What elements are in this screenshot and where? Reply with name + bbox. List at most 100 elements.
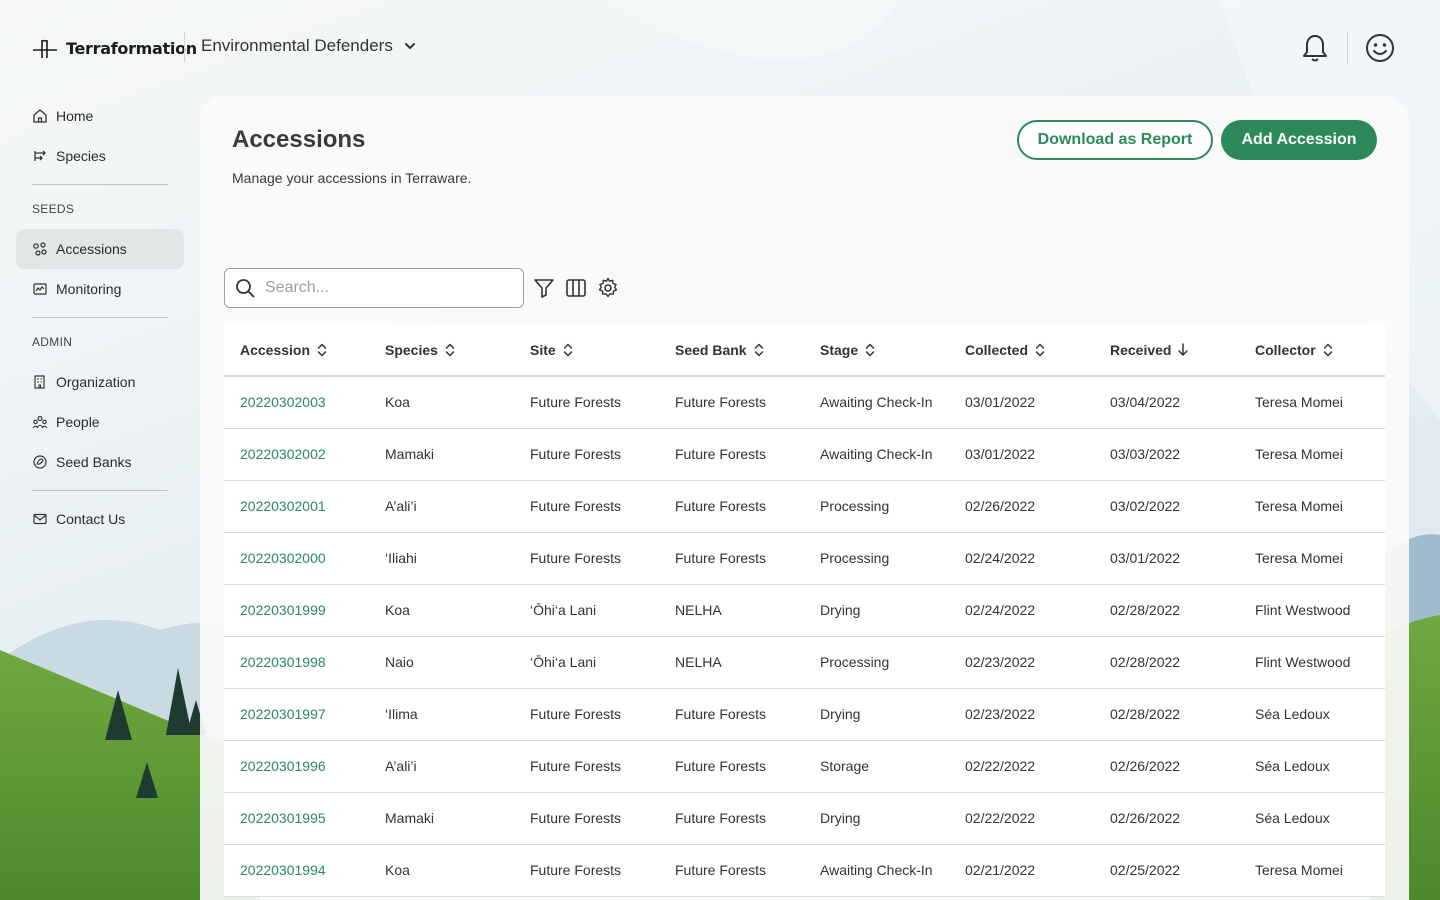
column-header[interactable]: Stage <box>804 324 949 377</box>
accession-link[interactable]: 20220301995 <box>224 792 369 845</box>
divider <box>184 32 185 62</box>
sidebar-item-people[interactable]: People <box>16 402 184 442</box>
accession-link[interactable]: 20220301998 <box>224 636 369 689</box>
table-cell: Koa <box>369 584 514 637</box>
columns-icon[interactable] <box>565 277 587 299</box>
accession-link[interactable]: 20220302003 <box>224 376 369 429</box>
mail-icon <box>33 513 47 525</box>
download-report-button[interactable]: Download as Report <box>1017 120 1213 160</box>
sidebar-item-organization[interactable]: Organization <box>16 362 184 402</box>
sidebar-divider <box>32 317 168 318</box>
table-cell: Drying <box>804 792 949 845</box>
sidebar-section-admin: ADMIN <box>32 335 73 349</box>
table-row[interactable]: 20220301999 Koa ‘Ōhi‘a Lani NELHA Drying 02/2… <box>224 584 1385 637</box>
table-cell: Teresa Momei <box>1239 376 1385 429</box>
sidebar-item-home[interactable]: Home <box>16 96 184 136</box>
organization-selector[interactable]: Environmental Defenders <box>201 36 417 56</box>
filter-icon[interactable] <box>533 277 555 299</box>
sidebar-divider <box>32 490 168 491</box>
home-icon <box>33 109 47 123</box>
table-cell: 02/26/2022 <box>1094 740 1239 793</box>
table-cell: Koa <box>369 844 514 897</box>
table-cell: Drying <box>804 584 949 637</box>
table-row[interactable]: 20220301998 Naio ‘Ōhi‘a Lani NELHA Processin… <box>224 636 1385 689</box>
brand-logo[interactable]: Terraformation <box>32 36 197 60</box>
table-cell: 03/01/2022 <box>949 376 1094 429</box>
table-row[interactable]: 20220301997 ‘Ilima Future Forests Future Fo… <box>224 688 1385 741</box>
search-input[interactable] <box>265 279 505 297</box>
table-cell: Teresa Momei <box>1239 532 1385 585</box>
table-row[interactable]: 20220301995 Mamaki Future Forests Future Fo… <box>224 792 1385 845</box>
brand-name: Terraformation <box>66 38 197 58</box>
column-header[interactable]: Site <box>514 324 659 377</box>
divider <box>1347 32 1348 64</box>
table-cell: 03/01/2022 <box>1094 532 1239 585</box>
sidebar-item-seed-banks[interactable]: Seed Banks <box>16 442 184 482</box>
accessions-table: Accession Species Site Seed Bank Stage Collec… <box>224 324 1385 897</box>
accession-link[interactable]: 20220302002 <box>224 428 369 481</box>
column-header-label: Seed Bank <box>675 341 747 358</box>
accession-link[interactable]: 20220302001 <box>224 480 369 533</box>
column-header[interactable]: Species <box>369 324 514 377</box>
sidebar-item-species[interactable]: Species <box>16 136 184 176</box>
table-row[interactable]: 20220302002 Mamaki Future Forests Future Fo… <box>224 428 1385 481</box>
accession-link[interactable]: 20220301999 <box>224 584 369 637</box>
table-cell: Koa <box>369 376 514 429</box>
table-row[interactable]: 20220301996 A’ali’i Future Forests Future F… <box>224 740 1385 793</box>
accession-link[interactable]: 20220301994 <box>224 844 369 897</box>
table-row[interactable]: 20220301994 Koa Future Forests Future Fores… <box>224 844 1385 897</box>
sidebar-item-contact-us[interactable]: Contact Us <box>16 499 184 539</box>
accession-link[interactable]: 20220301997 <box>224 688 369 741</box>
column-header-label: Species <box>385 341 438 358</box>
table-cell: Mamaki <box>369 792 514 845</box>
chevron-down-icon <box>404 43 415 49</box>
column-header[interactable]: Collected <box>949 324 1094 377</box>
column-header-label: Stage <box>820 341 859 358</box>
search-field[interactable] <box>224 268 524 308</box>
table-cell: Future Forests <box>659 532 804 585</box>
accession-link[interactable]: 20220301996 <box>224 740 369 793</box>
table-cell: 02/24/2022 <box>949 532 1094 585</box>
table-cell: 02/28/2022 <box>1094 636 1239 689</box>
smiley-face-icon[interactable] <box>1364 32 1396 64</box>
sidebar-item-label: Seed Banks <box>56 454 132 470</box>
column-header-label: Collected <box>965 341 1029 358</box>
terraformation-logo-icon <box>33 39 57 58</box>
table-cell: Flint Westwood <box>1239 584 1385 637</box>
table-cell: Teresa Momei <box>1239 428 1385 481</box>
people-icon <box>32 415 48 429</box>
sort-icon <box>563 343 572 356</box>
table-cell: 02/23/2022 <box>949 688 1094 741</box>
table-cell: Processing <box>804 480 949 533</box>
table-cell: Teresa Momei <box>1239 844 1385 897</box>
sidebar-item-monitoring[interactable]: Monitoring <box>16 269 184 309</box>
bell-icon[interactable] <box>1299 32 1331 64</box>
sort-icon <box>865 343 875 356</box>
column-header-label: Site <box>530 341 556 358</box>
table-cell: Future Forests <box>659 792 804 845</box>
table-cell: 02/22/2022 <box>949 740 1094 793</box>
organization-icon <box>34 375 45 389</box>
column-header[interactable]: Collector <box>1239 324 1385 377</box>
column-header[interactable]: Accession <box>224 324 369 377</box>
table-row[interactable]: 20220302001 A’ali’i Future Forests Future F… <box>224 480 1385 533</box>
table-cell: 02/22/2022 <box>949 792 1094 845</box>
accession-link[interactable]: 20220302000 <box>224 532 369 585</box>
column-header[interactable]: Seed Bank <box>659 324 804 377</box>
monitoring-icon <box>33 283 47 295</box>
sidebar-item-label: Accessions <box>56 241 127 257</box>
table-cell: 02/26/2022 <box>1094 792 1239 845</box>
table-cell: 02/28/2022 <box>1094 688 1239 741</box>
column-header-label: Received <box>1110 341 1172 358</box>
table-row[interactable]: 20220302000 ‘Iliahi Future Forests Future F… <box>224 532 1385 585</box>
table-row[interactable]: 20220302003 Koa Future Forests Future Fores… <box>224 376 1385 429</box>
add-accession-button[interactable]: Add Accession <box>1221 120 1377 160</box>
table-cell: Séa Ledoux <box>1239 740 1385 793</box>
sidebar-item-accessions[interactable]: Accessions <box>16 229 184 269</box>
main-content: Accessions Manage your accessions in Ter… <box>200 96 1409 900</box>
column-header[interactable]: Received <box>1094 324 1239 377</box>
table-cell: Future Forests <box>514 844 659 897</box>
table-cell: Future Forests <box>514 532 659 585</box>
table-cell: 02/26/2022 <box>949 480 1094 533</box>
gear-icon[interactable] <box>597 277 619 299</box>
